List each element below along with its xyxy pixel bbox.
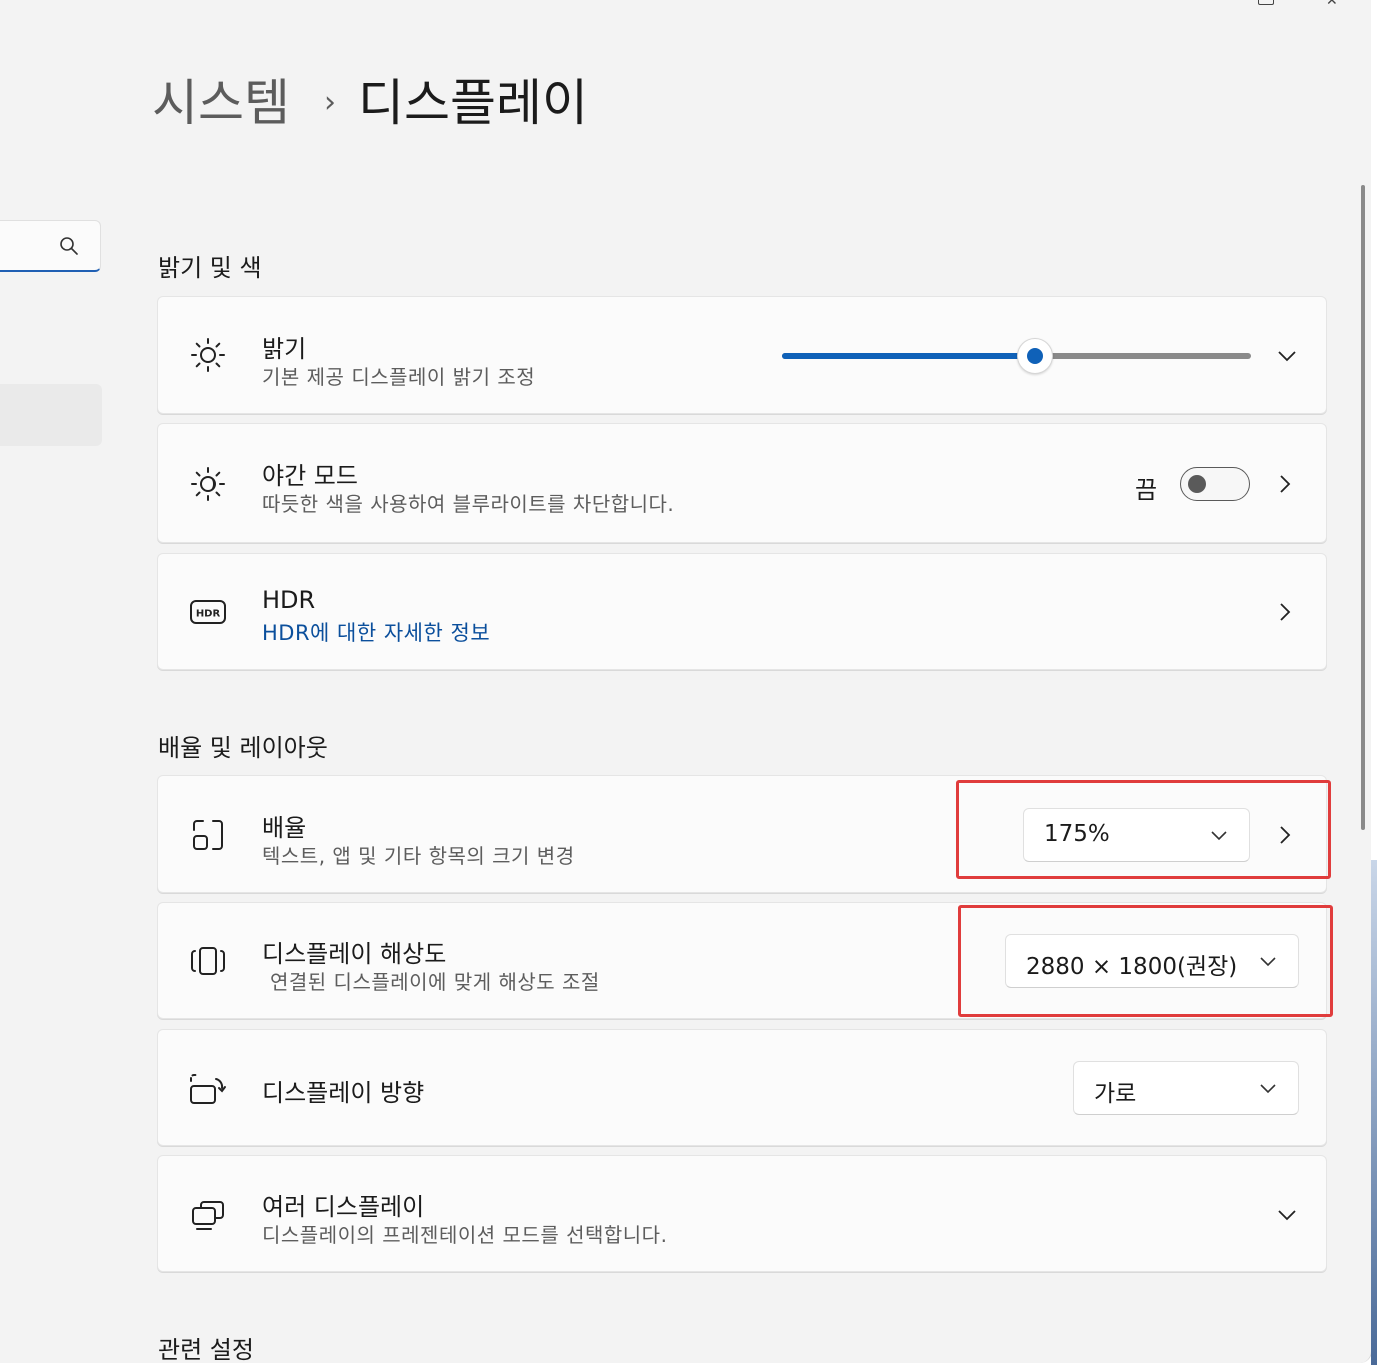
breadcrumb-separator: › — [324, 85, 336, 120]
page-title: 디스플레이 — [358, 74, 588, 132]
highlight-resolution — [958, 905, 1333, 1017]
multiple-displays-subtitle: 디스플레이의 프레젠테이션 모드를 선택합니다. — [262, 1223, 668, 1247]
resolution-title: 디스플레이 해상도 — [262, 940, 447, 968]
search-input[interactable] — [0, 220, 101, 272]
hdr-title: HDR — [262, 586, 316, 614]
highlight-scale — [956, 780, 1331, 879]
resolution-subtitle: 연결된 디스플레이에 맞게 해상도 조절 — [270, 970, 600, 994]
scale-title: 배율 — [262, 814, 307, 842]
scale-icon — [193, 820, 223, 850]
desktop-edge — [1371, 0, 1377, 1365]
chevron-down-icon[interactable] — [1276, 1204, 1298, 1226]
sidebar-item-selected[interactable] — [0, 384, 102, 446]
sun-icon — [191, 338, 225, 372]
search-icon — [60, 237, 78, 255]
svg-text:HDR: HDR — [196, 609, 221, 620]
brightness-slider-thumb[interactable] — [1017, 338, 1054, 374]
night-mode-title: 야간 모드 — [262, 462, 358, 490]
minimize-button[interactable] — [1258, 0, 1274, 5]
multiple-displays-card[interactable]: 여러 디스플레이 디스플레이의 프레젠테이션 모드를 선택합니다. — [157, 1155, 1327, 1272]
scrollbar[interactable] — [1361, 185, 1365, 830]
night-mode-toggle[interactable] — [1180, 467, 1250, 501]
breadcrumb-parent[interactable]: 시스템 — [152, 73, 290, 133]
orientation-title: 디스플레이 방향 — [262, 1079, 425, 1107]
chevron-down-icon — [1260, 1084, 1276, 1094]
hdr-icon: HDR — [190, 600, 226, 624]
orientation-dropdown[interactable]: 가로 — [1073, 1061, 1299, 1115]
section-title-scale-layout: 배율 및 레이아웃 — [158, 734, 328, 762]
night-mode-card[interactable]: 야간 모드 따듯한 색을 사용하여 블루라이트를 차단합니다. 끔 — [157, 423, 1327, 543]
settings-window: ✕ 시스템 › 디스플레이 밝기 및 색 밝기 기본 제공 디스플레이 밝기 조… — [0, 0, 1372, 1363]
brightness-card[interactable]: 밝기 기본 제공 디스플레이 밝기 조정 — [157, 296, 1327, 414]
section-title-related-settings: 관련 설정 — [158, 1336, 254, 1363]
night-mode-state-label: 끔 — [1135, 476, 1158, 504]
orientation-value: 가로 — [1094, 1081, 1137, 1107]
hdr-card[interactable]: HDR HDR HDR에 대한 자세한 정보 — [157, 553, 1327, 670]
night-light-icon — [191, 467, 225, 501]
chevron-right-icon[interactable] — [1274, 473, 1296, 495]
orientation-card[interactable]: 디스플레이 방향 가로 — [157, 1029, 1327, 1146]
brightness-slider-fill — [782, 353, 1036, 359]
close-button[interactable]: ✕ — [1326, 0, 1340, 8]
hdr-info-link[interactable]: HDR에 대한 자세한 정보 — [262, 617, 490, 647]
scale-subtitle: 텍스트, 앱 및 기타 항목의 크기 변경 — [262, 844, 575, 868]
resolution-icon — [191, 947, 225, 975]
multiple-displays-title: 여러 디스플레이 — [262, 1193, 425, 1221]
brightness-title: 밝기 — [262, 335, 307, 363]
section-title-brightness-color: 밝기 및 색 — [158, 254, 262, 282]
breadcrumb: 시스템 › 디스플레이 — [152, 68, 588, 138]
chevron-right-icon[interactable] — [1274, 601, 1296, 623]
multiple-displays-icon — [192, 1201, 224, 1230]
brightness-subtitle: 기본 제공 디스플레이 밝기 조정 — [262, 365, 536, 389]
chevron-down-icon[interactable] — [1276, 345, 1298, 367]
orientation-icon — [190, 1074, 226, 1104]
night-mode-subtitle: 따듯한 색을 사용하여 블루라이트를 차단합니다. — [262, 492, 675, 516]
